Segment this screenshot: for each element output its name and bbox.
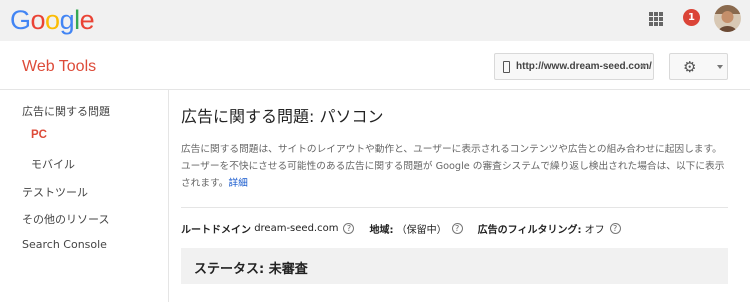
sidebar: 広告に関する問題 PC モバイル テストツール その他のリソース Search …	[0, 90, 168, 302]
site-selector[interactable]: http://www.dream-seed.com/	[494, 53, 654, 80]
sidebar-divider	[168, 90, 169, 302]
region-value: （保留中）	[396, 225, 447, 236]
avatar[interactable]	[714, 5, 741, 32]
logo-letter-g2: g	[59, 5, 75, 35]
sidebar-item-search-console[interactable]: Search Console	[22, 238, 107, 251]
root-domain-value: dream-seed.com	[254, 223, 339, 234]
settings-button[interactable]: ⚙	[669, 53, 728, 80]
mobile-icon	[503, 60, 510, 73]
help-icon[interactable]: ?	[609, 223, 621, 234]
root-domain-label: ルートドメイン	[181, 225, 251, 236]
chevron-down-icon	[640, 65, 646, 69]
filtering-label: 広告のフィルタリング:	[477, 225, 582, 236]
apps-grid-icon[interactable]	[649, 12, 663, 26]
logo-letter-o2: o	[45, 5, 60, 35]
google-logo[interactable]: Google	[10, 5, 95, 35]
app-header: Web Tools http://www.dream-seed.com/ ⚙	[0, 41, 750, 90]
page-title: 広告に関する問題: パソコン	[181, 107, 384, 126]
logo-letter-g: G	[10, 5, 31, 35]
notification-badge[interactable]: 1	[683, 9, 700, 26]
user-avatar-icon	[714, 5, 741, 32]
sidebar-item-ad-issues[interactable]: 広告に関する問題	[22, 103, 110, 119]
gear-icon: ⚙	[683, 58, 697, 76]
logo-letter-e: e	[79, 5, 95, 35]
chevron-down-icon	[717, 65, 723, 69]
sidebar-item-mobile[interactable]: モバイル	[31, 156, 75, 172]
help-icon[interactable]: ?	[343, 223, 355, 234]
sidebar-item-test-tools[interactable]: テストツール	[22, 184, 88, 200]
site-url: http://www.dream-seed.com/	[516, 61, 652, 72]
sidebar-item-other-resources[interactable]: その他のリソース	[22, 211, 109, 227]
details-link[interactable]: 詳細	[228, 178, 247, 189]
description: 広告に関する問題は、サイトのレイアウトや動作と、ユーザーに表示されるコンテンツや…	[181, 141, 729, 192]
status-panel: ステータス: 未審査	[181, 248, 728, 284]
google-bar: Google 1	[0, 0, 750, 41]
logo-letter-o1: o	[30, 5, 46, 35]
help-icon[interactable]: ?	[451, 223, 463, 234]
filtering-value: オフ	[584, 225, 605, 236]
status-text: ステータス: 未審査	[194, 262, 308, 277]
description-text: 広告に関する問題は、サイトのレイアウトや動作と、ユーザーに表示されるコンテンツや…	[181, 144, 725, 189]
divider	[181, 207, 728, 208]
app-title[interactable]: Web Tools	[22, 58, 96, 76]
region-label: 地域:	[369, 225, 394, 236]
sidebar-item-pc[interactable]: PC	[31, 129, 47, 141]
property-info-row: ルートドメイン dream-seed.com ? 地域: （保留中） ? 広告の…	[181, 221, 636, 236]
